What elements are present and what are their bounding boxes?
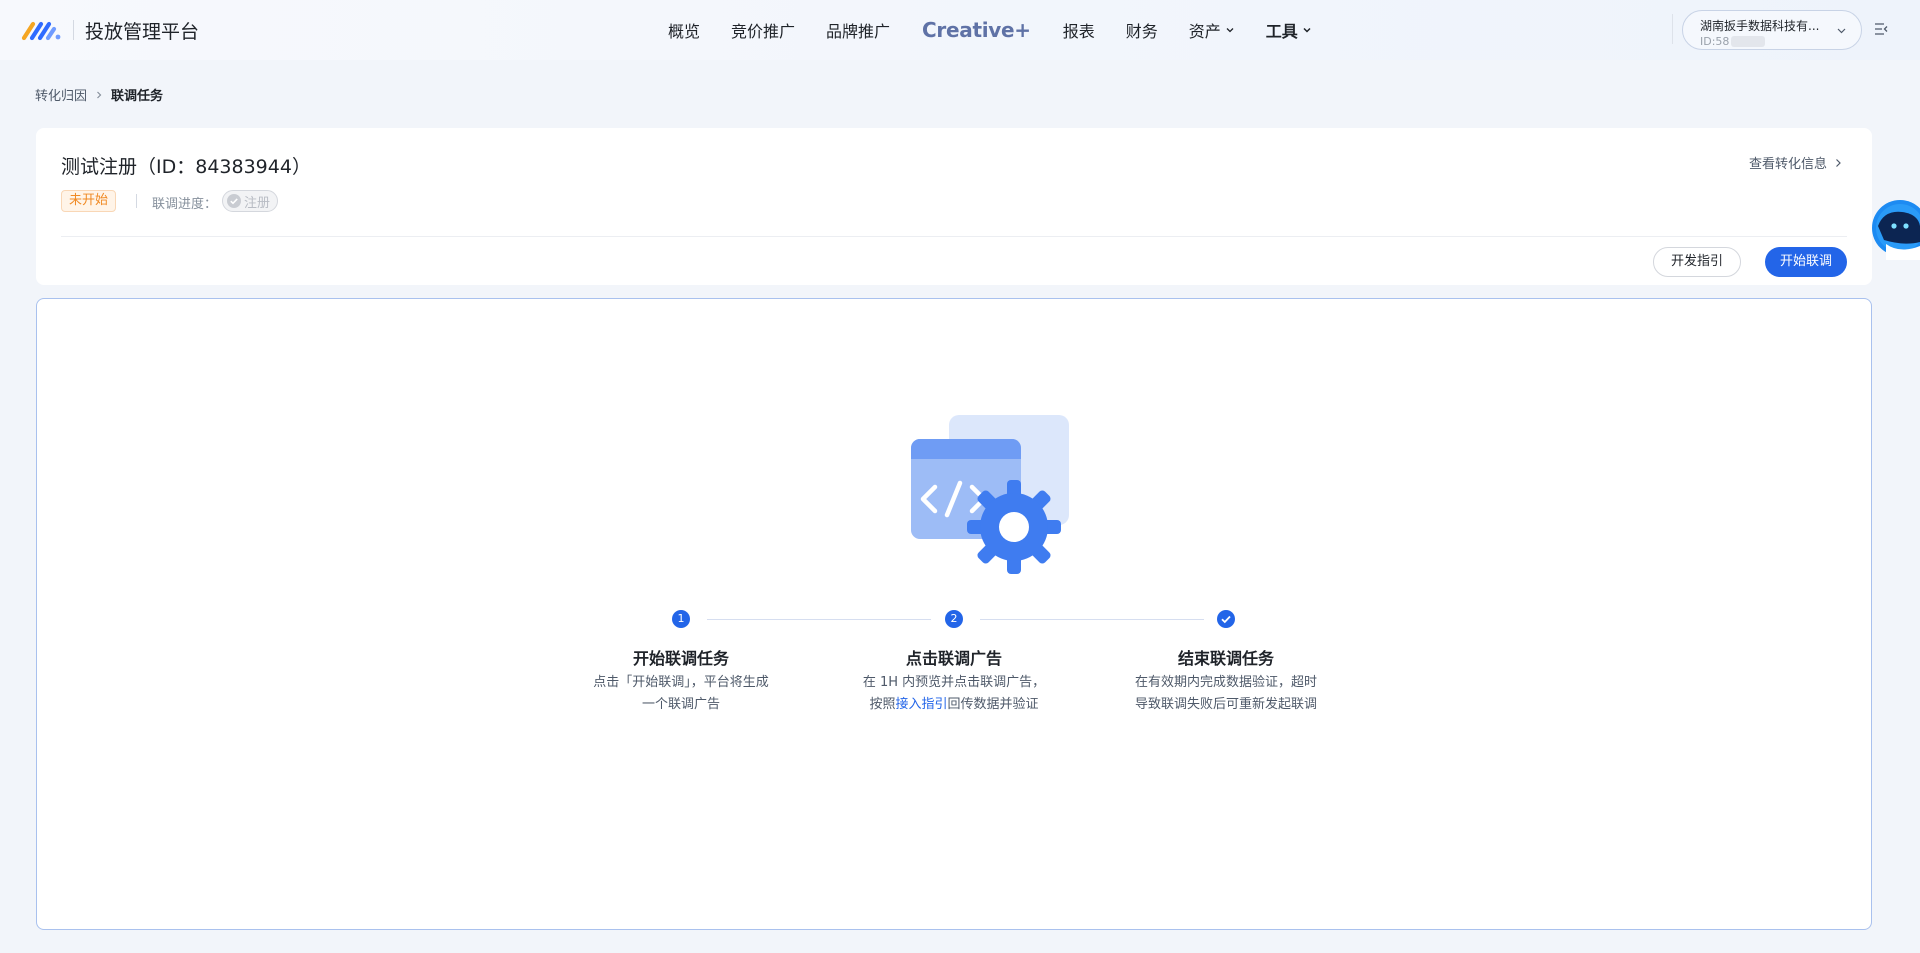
creative-plus-mark: +: [1014, 18, 1031, 42]
step-connector: [980, 619, 1204, 620]
step-2-description: 在 1H 内预览并点击联调广告， 按照接入指引回传数据并验证: [862, 675, 1046, 712]
start-debug-button[interactable]: 开始联调: [1765, 247, 1847, 277]
step-3-check-icon: [1217, 610, 1235, 628]
logo-divider: [73, 20, 74, 40]
code-settings-illustration-icon: [911, 415, 1069, 574]
step-3-description: 在有效期内完成数据验证，超时 导致联调失败后可重新发起联调: [1134, 675, 1317, 712]
meta-divider: [136, 194, 137, 208]
task-header-card: 测试注册（ID：84383944） 未开始 联调进度： 注册 查看转化信息 开发…: [36, 128, 1872, 285]
chevron-right-icon: [97, 91, 102, 98]
account-name: 湖南扳手数据科技有...: [1700, 19, 1820, 33]
nav-creative[interactable]: Creative +: [922, 18, 1031, 42]
account-id: ID:58: [1700, 35, 1861, 48]
breadcrumb-current: 联调任务: [111, 89, 164, 104]
task-title: 测试注册（ID：84383944）: [61, 156, 311, 178]
event-name: 注册: [244, 195, 271, 211]
step-connector: [707, 619, 931, 620]
chevron-down-icon: [1837, 28, 1846, 34]
account-id-redacted: [1731, 36, 1766, 47]
nav-reports[interactable]: 报表: [1063, 18, 1095, 42]
step-2-title: 点击联调广告: [905, 649, 1002, 668]
access-guide-link[interactable]: 接入指引: [895, 697, 947, 712]
chevron-down-icon: [1303, 27, 1311, 33]
chevron-down-icon: [1226, 28, 1234, 33]
check-circle-icon: [227, 194, 241, 208]
top-nav: 投放管理平台 概览 竞价推广 品牌推广 Creative + 报表 财务 资产 工…: [0, 0, 1920, 60]
account-switcher[interactable]: 湖南扳手数据科技有... ID:58: [1682, 10, 1862, 50]
assistant-robot-icon[interactable]: [1868, 196, 1920, 260]
status-badge: 未开始: [61, 190, 117, 212]
nav-finance[interactable]: 财务: [1126, 18, 1158, 42]
step-1-indicator: 1: [672, 610, 690, 628]
event-progress-pill: 注册: [222, 190, 279, 212]
nav-overview[interactable]: 概览: [668, 18, 700, 42]
dev-guide-button[interactable]: 开发指引: [1653, 247, 1741, 277]
header-divider: [61, 236, 1847, 237]
nav-bidding-promotion[interactable]: 竞价推广: [731, 18, 795, 42]
nav-brand-promotion[interactable]: 品牌推广: [826, 18, 890, 42]
view-conversion-link[interactable]: 查看转化信息: [1749, 153, 1843, 172]
platform-logo-icon[interactable]: [20, 16, 62, 44]
progress-label: 联调进度：: [152, 197, 218, 212]
breadcrumb-conversion-attribution[interactable]: 转化归因: [35, 85, 87, 104]
debug-steps-panel: 1 2 开始联调任务 点击联调广告 结束联调任务 点击「开始联调」，平台将生成 …: [36, 298, 1872, 930]
breadcrumb: 转化归因 联调任务: [35, 85, 163, 104]
step-1-title: 开始联调任务: [632, 649, 729, 668]
chevron-right-icon: [1836, 158, 1841, 167]
main-menu: 概览 竞价推广 品牌推广 Creative + 报表 财务 资产 工具: [668, 0, 1312, 60]
nav-separator: [1672, 14, 1673, 44]
nav-assets[interactable]: 资产: [1189, 18, 1235, 42]
nav-tools[interactable]: 工具: [1266, 18, 1312, 42]
step-1-description: 点击「开始联调」，平台将生成 一个联调广告: [593, 675, 769, 712]
platform-name: 投放管理平台: [85, 21, 200, 43]
step-3-title: 结束联调任务: [1177, 649, 1274, 668]
menu-collapse-icon[interactable]: [1873, 20, 1889, 38]
step-2-indicator: 2: [945, 610, 963, 628]
